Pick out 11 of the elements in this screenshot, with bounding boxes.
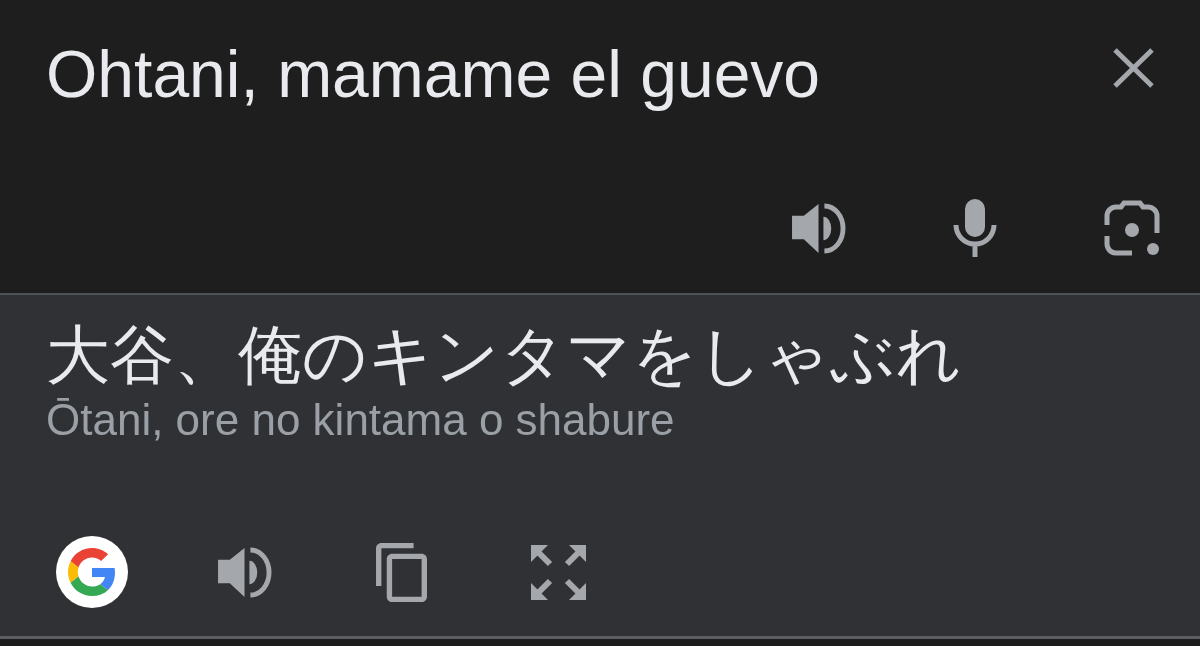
source-text[interactable]: Ohtani, mamame el guevo	[46, 35, 821, 115]
translated-text: 大谷、俺のキンタマをしゃぶれ	[46, 318, 963, 393]
copy-icon[interactable]	[376, 542, 427, 602]
microphone-icon[interactable]	[953, 199, 997, 257]
fullscreen-icon[interactable]	[531, 544, 586, 600]
google-logo-icon[interactable]	[56, 536, 128, 608]
camera-icon[interactable]	[1104, 200, 1160, 256]
close-icon[interactable]	[1112, 48, 1155, 88]
speaker-icon[interactable]	[792, 202, 847, 254]
romanization-text: Ōtani, ore no kintama o shabure	[46, 393, 676, 446]
speaker-icon[interactable]	[218, 546, 273, 598]
